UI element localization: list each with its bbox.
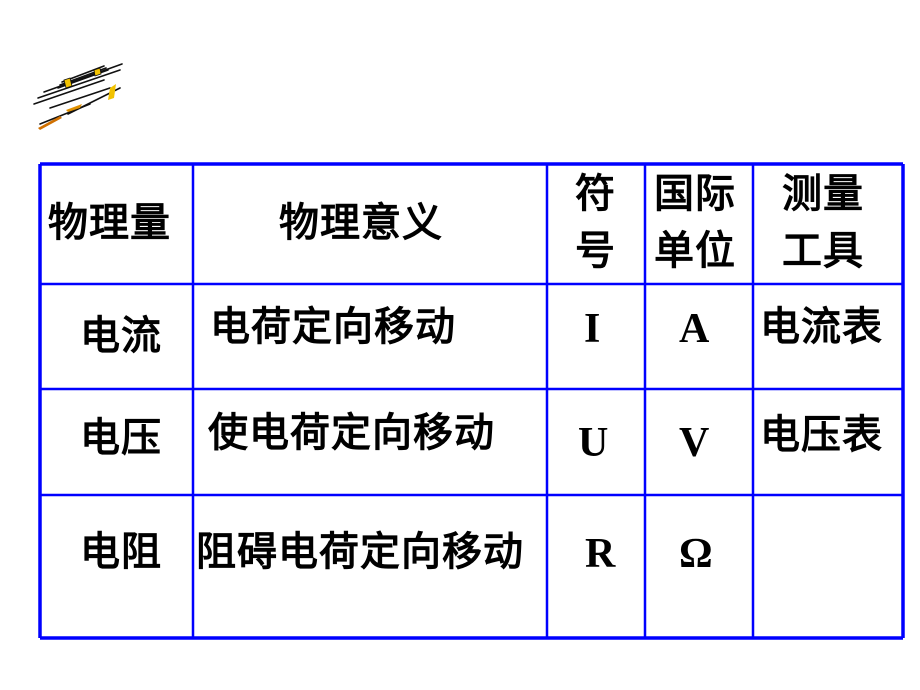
row-voltage-meaning: 使电荷定向移动 <box>208 410 495 456</box>
row-current-unit: A <box>679 306 710 352</box>
header-tool-line2: 工具 <box>782 228 864 274</box>
row-voltage-quantity: 电压 <box>80 415 162 461</box>
header-meaning: 物理意义 <box>279 200 443 246</box>
row-current-tool: 电流表 <box>760 304 883 350</box>
row-resistance-quantity: 电阻 <box>80 529 162 575</box>
row-voltage-unit: V <box>679 420 710 466</box>
row-resistance-meaning: 阻碍电荷定向移动 <box>196 529 524 575</box>
row-resistance-unit: Ω <box>679 531 713 577</box>
header-tool-line1: 测量 <box>782 171 864 217</box>
row-voltage-tool: 电压表 <box>760 412 883 458</box>
row-current-symbol: I <box>584 306 601 352</box>
header-symbol-line2: 号 <box>575 228 616 274</box>
row-voltage-symbol: U <box>578 420 609 466</box>
row-resistance-symbol: R <box>585 531 616 577</box>
header-quantity: 物理量 <box>48 200 171 246</box>
header-unit-line1: 国际 <box>654 171 736 217</box>
header-unit-line2: 单位 <box>654 228 736 274</box>
row-current-quantity: 电流 <box>80 313 162 359</box>
header-symbol-line1: 符 <box>575 171 616 217</box>
row-current-meaning: 电荷定向移动 <box>210 304 456 350</box>
